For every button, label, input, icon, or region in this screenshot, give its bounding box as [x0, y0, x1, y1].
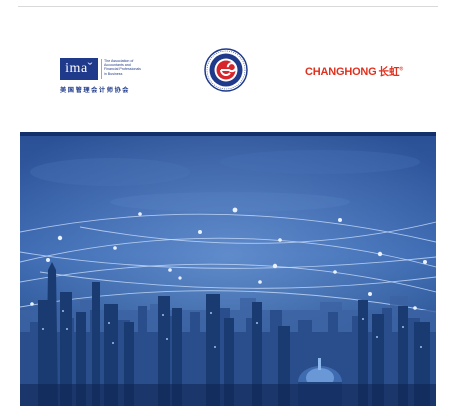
seal-emblem-graphic — [204, 48, 248, 92]
circular-seal-emblem-icon — [204, 48, 248, 92]
ima-logo-divider — [101, 59, 102, 79]
ima-logo: imaˇ The Association of Accountants and … — [60, 58, 180, 94]
banner-top-edge — [20, 132, 436, 136]
ima-logo-description: The Association of Accountants and Finan… — [104, 59, 141, 76]
top-divider — [18, 6, 438, 7]
changhong-latin: CHANGHONG — [305, 66, 377, 78]
changhong-registered-mark: ® — [399, 66, 404, 73]
ima-logo-mark: imaˇ — [60, 58, 98, 80]
city-network-illustration — [20, 132, 436, 406]
city-skyline-banner — [20, 132, 436, 406]
changhong-chinese: 长虹 — [378, 66, 400, 78]
partner-logo-row: imaˇ The Association of Accountants and … — [0, 44, 456, 106]
changhong-logo: CHANGHONG 长虹® — [305, 64, 403, 80]
ima-chinese-name: 美国管理会计师协会 — [60, 87, 131, 94]
